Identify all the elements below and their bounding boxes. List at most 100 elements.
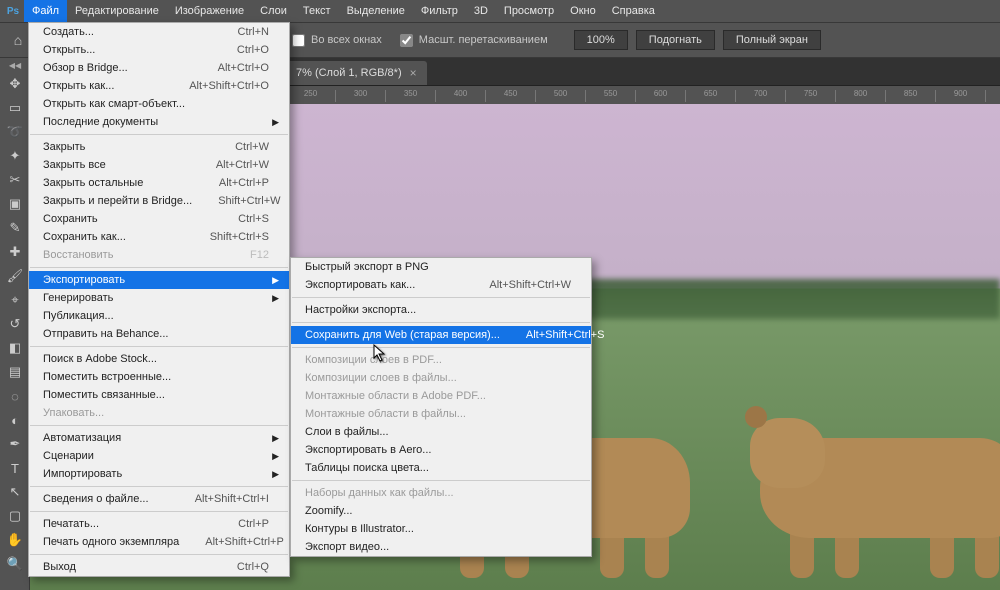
file-menu-item-18[interactable]: Отправить на Behance... <box>29 325 289 343</box>
shortcut-label: Ctrl+P <box>238 518 269 530</box>
export-submenu-item-9: Монтажные области в Adobe PDF... <box>291 387 591 405</box>
file-menu-item-1[interactable]: Открыть...Ctrl+O <box>29 41 289 59</box>
menu-3d[interactable]: 3D <box>466 0 496 22</box>
tool-dodge[interactable]: ◐ <box>0 408 30 432</box>
file-menu-item-21[interactable]: Поместить встроенные... <box>29 368 289 386</box>
export-submenu-item-18[interactable]: Экспорт видео... <box>291 538 591 556</box>
submenu-arrow-icon: ▶ <box>269 275 279 286</box>
fit-button[interactable]: Подогнать <box>636 30 715 50</box>
export-submenu-item-11[interactable]: Слои в файлы... <box>291 423 591 441</box>
menu-просмотр[interactable]: Просмотр <box>496 0 562 22</box>
menu-файл[interactable]: Файл <box>24 0 67 22</box>
export-submenu-item-8: Композиции слоев в файлы... <box>291 369 591 387</box>
file-menu-item-9[interactable]: Закрыть остальныеAlt+Ctrl+P <box>29 174 289 192</box>
menu-справка[interactable]: Справка <box>604 0 663 22</box>
shortcut-label: Alt+Shift+Ctrl+I <box>195 493 269 505</box>
file-menu-item-4[interactable]: Открыть как смарт-объект... <box>29 95 289 113</box>
menu-редактирование[interactable]: Редактирование <box>67 0 167 22</box>
tool-rect[interactable]: ▢ <box>0 504 30 528</box>
file-menu-item-29[interactable]: Сведения о файле...Alt+Shift+Ctrl+I <box>29 490 289 508</box>
file-menu-item-5[interactable]: Последние документы▶ <box>29 113 289 131</box>
tool-pen[interactable]: ✒ <box>0 432 30 456</box>
file-menu-item-34[interactable]: ВыходCtrl+Q <box>29 558 289 576</box>
collapse-icon[interactable]: ◀◀ <box>0 58 30 72</box>
menu-текст[interactable]: Текст <box>295 0 339 22</box>
file-menu-item-2[interactable]: Обзор в Bridge...Alt+Ctrl+O <box>29 59 289 77</box>
lion-image <box>740 398 1000 578</box>
file-menu-item-0[interactable]: Создать...Ctrl+N <box>29 23 289 41</box>
tool-path[interactable]: ↖ <box>0 480 30 504</box>
submenu-arrow-icon: ▶ <box>269 433 279 444</box>
file-menu-item-17[interactable]: Публикация... <box>29 307 289 325</box>
tool-type[interactable]: T <box>0 456 30 480</box>
tool-eyedropper[interactable]: ✎ <box>0 216 30 240</box>
export-submenu-item-1[interactable]: Экспортировать как...Alt+Shift+Ctrl+W <box>291 276 591 294</box>
export-submenu-item-0[interactable]: Быстрый экспорт в PNG <box>291 258 591 276</box>
tool-crop[interactable]: ✂ <box>0 168 30 192</box>
tool-eraser[interactable]: ◧ <box>0 336 30 360</box>
shortcut-label: Alt+Ctrl+O <box>218 62 269 74</box>
file-menu-item-10[interactable]: Закрыть и перейти в Bridge...Shift+Ctrl+… <box>29 192 289 210</box>
file-menu-item-3[interactable]: Открыть как...Alt+Shift+Ctrl+O <box>29 77 289 95</box>
export-submenu-item-12[interactable]: Экспортировать в Aero... <box>291 441 591 459</box>
tool-zoom[interactable]: 🔍 <box>0 552 30 576</box>
file-menu-item-22[interactable]: Поместить связанные... <box>29 386 289 404</box>
file-menu-item-16[interactable]: Генерировать▶ <box>29 289 289 307</box>
menu-item-label: Сохранить для Web (старая версия)... <box>305 329 526 341</box>
document-tab[interactable]: 7% (Слой 1, RGB/8*) × <box>286 61 427 85</box>
file-menu-item-26[interactable]: Сценарии▶ <box>29 447 289 465</box>
export-submenu-item-15: Наборы данных как файлы... <box>291 484 591 502</box>
export-submenu-item-13[interactable]: Таблицы поиска цвета... <box>291 459 591 477</box>
menu-item-label: Закрыть и перейти в Bridge... <box>43 195 218 207</box>
menu-слои[interactable]: Слои <box>252 0 295 22</box>
fullscreen-button[interactable]: Полный экран <box>723 30 821 50</box>
zoom-100-button[interactable]: 100% <box>574 30 628 50</box>
menu-выделение[interactable]: Выделение <box>339 0 413 22</box>
tool-brush[interactable]: 🖌 <box>0 264 30 288</box>
shortcut-label: Ctrl+Q <box>237 561 269 573</box>
tool-heal[interactable]: ✚ <box>0 240 30 264</box>
all-windows-checkbox[interactable]: Во всех окнах <box>292 34 382 47</box>
file-menu-item-8[interactable]: Закрыть всеAlt+Ctrl+W <box>29 156 289 174</box>
tool-lasso[interactable]: ➰ <box>0 120 30 144</box>
tool-gradient[interactable]: ▤ <box>0 360 30 384</box>
export-submenu-item-5[interactable]: Сохранить для Web (старая версия)...Alt+… <box>291 326 591 344</box>
menu-item-label: Таблицы поиска цвета... <box>305 462 571 474</box>
submenu-arrow-icon: ▶ <box>269 117 279 128</box>
submenu-arrow-icon: ▶ <box>269 451 279 462</box>
file-menu-item-15[interactable]: Экспортировать▶ <box>29 271 289 289</box>
shortcut-label: Alt+Ctrl+W <box>216 159 269 171</box>
file-menu-item-12[interactable]: Сохранить как...Shift+Ctrl+S <box>29 228 289 246</box>
submenu-arrow-icon: ▶ <box>269 469 279 480</box>
tool-marquee[interactable]: ▭ <box>0 96 30 120</box>
menu-item-label: Отправить на Behance... <box>43 328 269 340</box>
export-submenu-item-3[interactable]: Настройки экспорта... <box>291 301 591 319</box>
menu-item-label: Сведения о файле... <box>43 493 195 505</box>
file-menu-item-11[interactable]: СохранитьCtrl+S <box>29 210 289 228</box>
file-menu-item-25[interactable]: Автоматизация▶ <box>29 429 289 447</box>
file-menu-item-31[interactable]: Печатать...Ctrl+P <box>29 515 289 533</box>
file-menu-item-32[interactable]: Печать одного экземпляраAlt+Shift+Ctrl+P <box>29 533 289 551</box>
tool-blur[interactable]: ◌ <box>0 384 30 408</box>
drag-zoom-checkbox[interactable]: Масшт. перетаскиванием <box>400 34 548 47</box>
tool-stamp[interactable]: ⌖ <box>0 288 30 312</box>
file-menu-item-20[interactable]: Поиск в Adobe Stock... <box>29 350 289 368</box>
close-icon[interactable]: × <box>410 66 417 80</box>
file-menu-item-7[interactable]: ЗакрытьCtrl+W <box>29 138 289 156</box>
file-menu-item-27[interactable]: Импортировать▶ <box>29 465 289 483</box>
menu-item-label: Монтажные области в Adobe PDF... <box>305 390 571 402</box>
tool-move[interactable]: ✥ <box>0 72 30 96</box>
export-submenu-item-17[interactable]: Контуры в Illustrator... <box>291 520 591 538</box>
export-submenu-item-10: Монтажные области в файлы... <box>291 405 591 423</box>
tool-frame[interactable]: ▣ <box>0 192 30 216</box>
tool-history[interactable]: ↺ <box>0 312 30 336</box>
menu-item-label: Восстановить <box>43 249 250 261</box>
menu-фильтр[interactable]: Фильтр <box>413 0 466 22</box>
menu-окно[interactable]: Окно <box>562 0 604 22</box>
tool-wand[interactable]: ✦ <box>0 144 30 168</box>
export-submenu-item-16[interactable]: Zoomify... <box>291 502 591 520</box>
menu-item-label: Открыть... <box>43 44 237 56</box>
menu-item-label: Экспортировать как... <box>305 279 489 291</box>
tool-hand[interactable]: ✋ <box>0 528 30 552</box>
menu-изображение[interactable]: Изображение <box>167 0 252 22</box>
